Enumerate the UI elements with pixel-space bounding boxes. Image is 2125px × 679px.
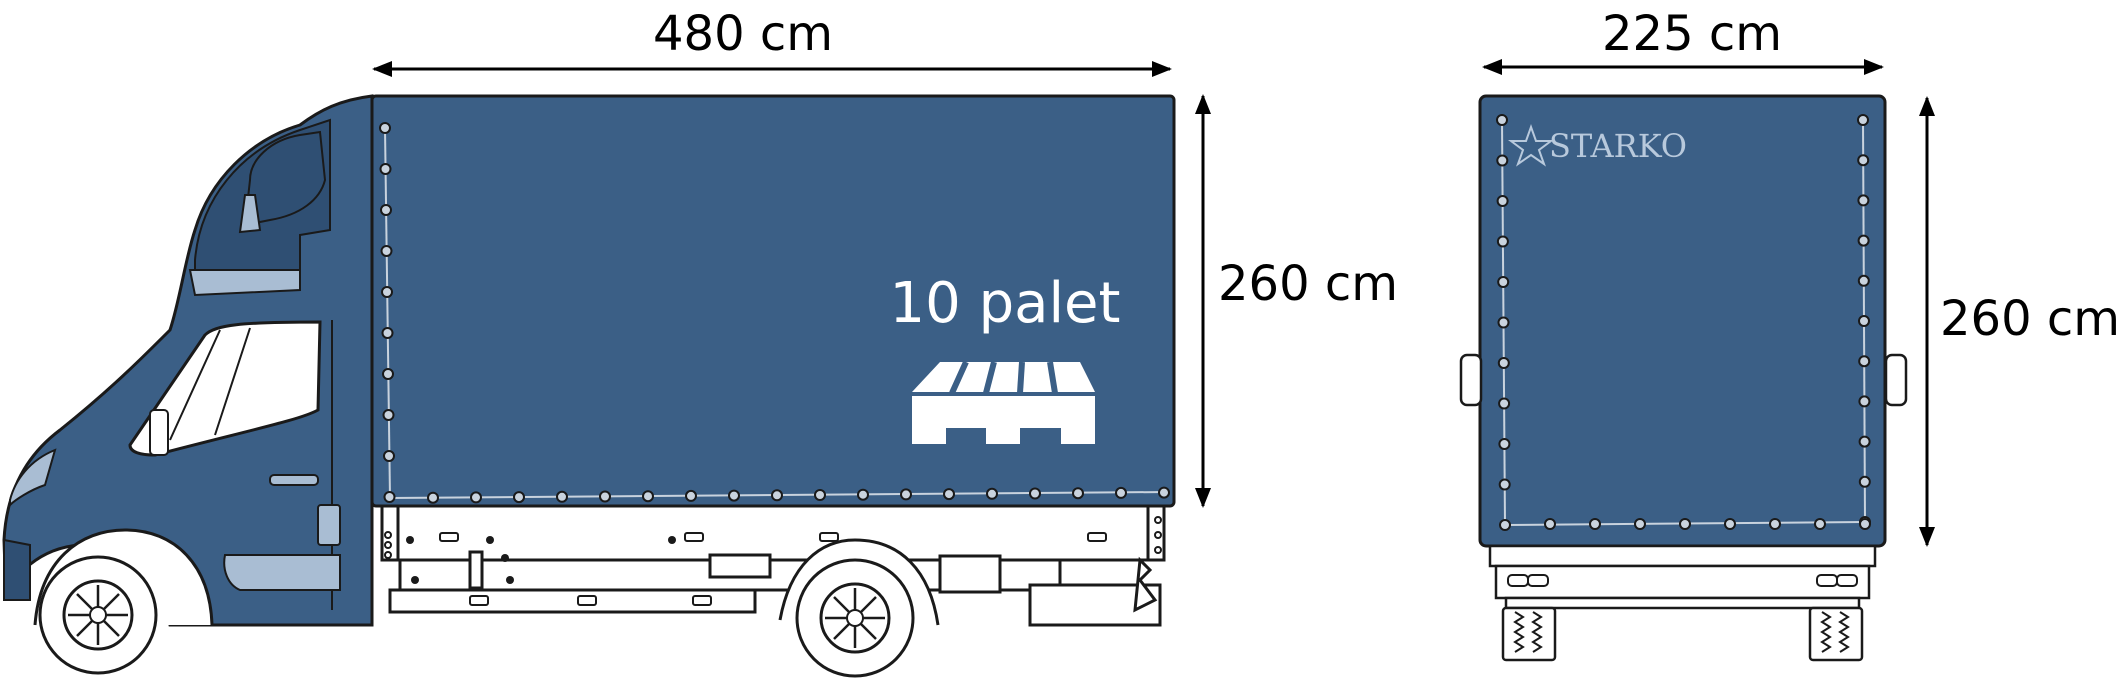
eyelet <box>379 122 391 134</box>
eyelet <box>379 163 392 175</box>
eyelet <box>380 204 392 216</box>
side-height-label: 260 cm <box>1218 256 1398 312</box>
eyelet <box>1497 276 1510 288</box>
eyelet <box>1072 487 1084 500</box>
eyelet <box>900 488 912 501</box>
eyelet <box>470 491 482 504</box>
eyelet <box>1724 518 1736 530</box>
right-mirror <box>1884 353 1908 407</box>
eyelet <box>1857 154 1870 167</box>
eyelet <box>1679 518 1691 530</box>
logo-text: STARKO <box>1549 127 1687 165</box>
eyelet <box>857 488 869 501</box>
eyelet <box>383 450 395 462</box>
eyelet <box>1029 487 1041 500</box>
eyelet <box>381 327 394 339</box>
eyelet <box>1498 397 1511 410</box>
rear-left-tire <box>1501 606 1557 662</box>
eyelet <box>1858 475 1871 488</box>
eyelet <box>1858 435 1871 448</box>
eyelet <box>1158 486 1170 499</box>
eyelet <box>685 489 697 502</box>
pallet-capacity-label: 10 palet <box>890 271 1121 336</box>
eyelet <box>1769 518 1781 530</box>
eyelet <box>1499 519 1511 531</box>
rear-right-tire <box>1808 606 1864 662</box>
eyelet <box>382 409 395 421</box>
eyelet <box>1498 438 1511 450</box>
eyelet <box>380 245 393 257</box>
eyelet <box>1814 518 1826 530</box>
eyelet <box>1634 518 1646 530</box>
pallet-icon <box>912 362 1095 444</box>
eyelet <box>1498 478 1511 491</box>
eyelet <box>814 489 826 501</box>
eyelet <box>556 490 568 503</box>
eyelet <box>1115 486 1127 499</box>
eyelet <box>1497 316 1510 329</box>
eyelet <box>513 491 525 504</box>
eyelet <box>1589 518 1601 530</box>
door-handle <box>269 474 319 486</box>
side-view: 10 palet 480 cm 260 cm <box>2 6 1398 678</box>
rear-wheel <box>795 558 915 678</box>
rear-view: STARKO 225 cm 260 cm <box>1459 6 2120 662</box>
eyelet <box>1857 194 1870 207</box>
eyelet <box>943 488 955 501</box>
width-label: 225 cm <box>1602 6 1782 62</box>
eyelet <box>642 490 654 503</box>
eyelet <box>383 491 396 503</box>
eyelet <box>599 490 611 503</box>
left-mirror <box>1459 353 1483 407</box>
eyelet <box>1858 395 1871 408</box>
eyelet <box>1496 154 1509 167</box>
eyelet <box>1857 234 1870 247</box>
eyelet <box>986 487 998 500</box>
rear-height-label: 260 cm <box>1940 291 2120 347</box>
eyelet <box>1858 355 1871 368</box>
eyelet <box>1496 195 1509 207</box>
eyelet <box>1496 114 1508 126</box>
eyelet <box>427 491 439 504</box>
eyelet <box>728 489 740 502</box>
eyelet <box>1497 357 1510 369</box>
eyelet <box>771 489 783 502</box>
eyelet <box>1859 518 1871 530</box>
eyelet <box>1857 114 1869 126</box>
eyelet <box>382 368 394 380</box>
front-wheel <box>38 555 158 675</box>
eyelet <box>1544 518 1556 530</box>
chassis-frame <box>380 504 1166 627</box>
eyelet <box>1857 274 1870 287</box>
truck-dimensions-diagram: 10 palet 480 cm 260 cm STARKO 225 cm 260… <box>2 6 2120 678</box>
eyelet <box>1496 235 1509 248</box>
eyelet <box>1858 315 1870 327</box>
length-label: 480 cm <box>653 6 833 62</box>
eyelet <box>381 286 393 298</box>
